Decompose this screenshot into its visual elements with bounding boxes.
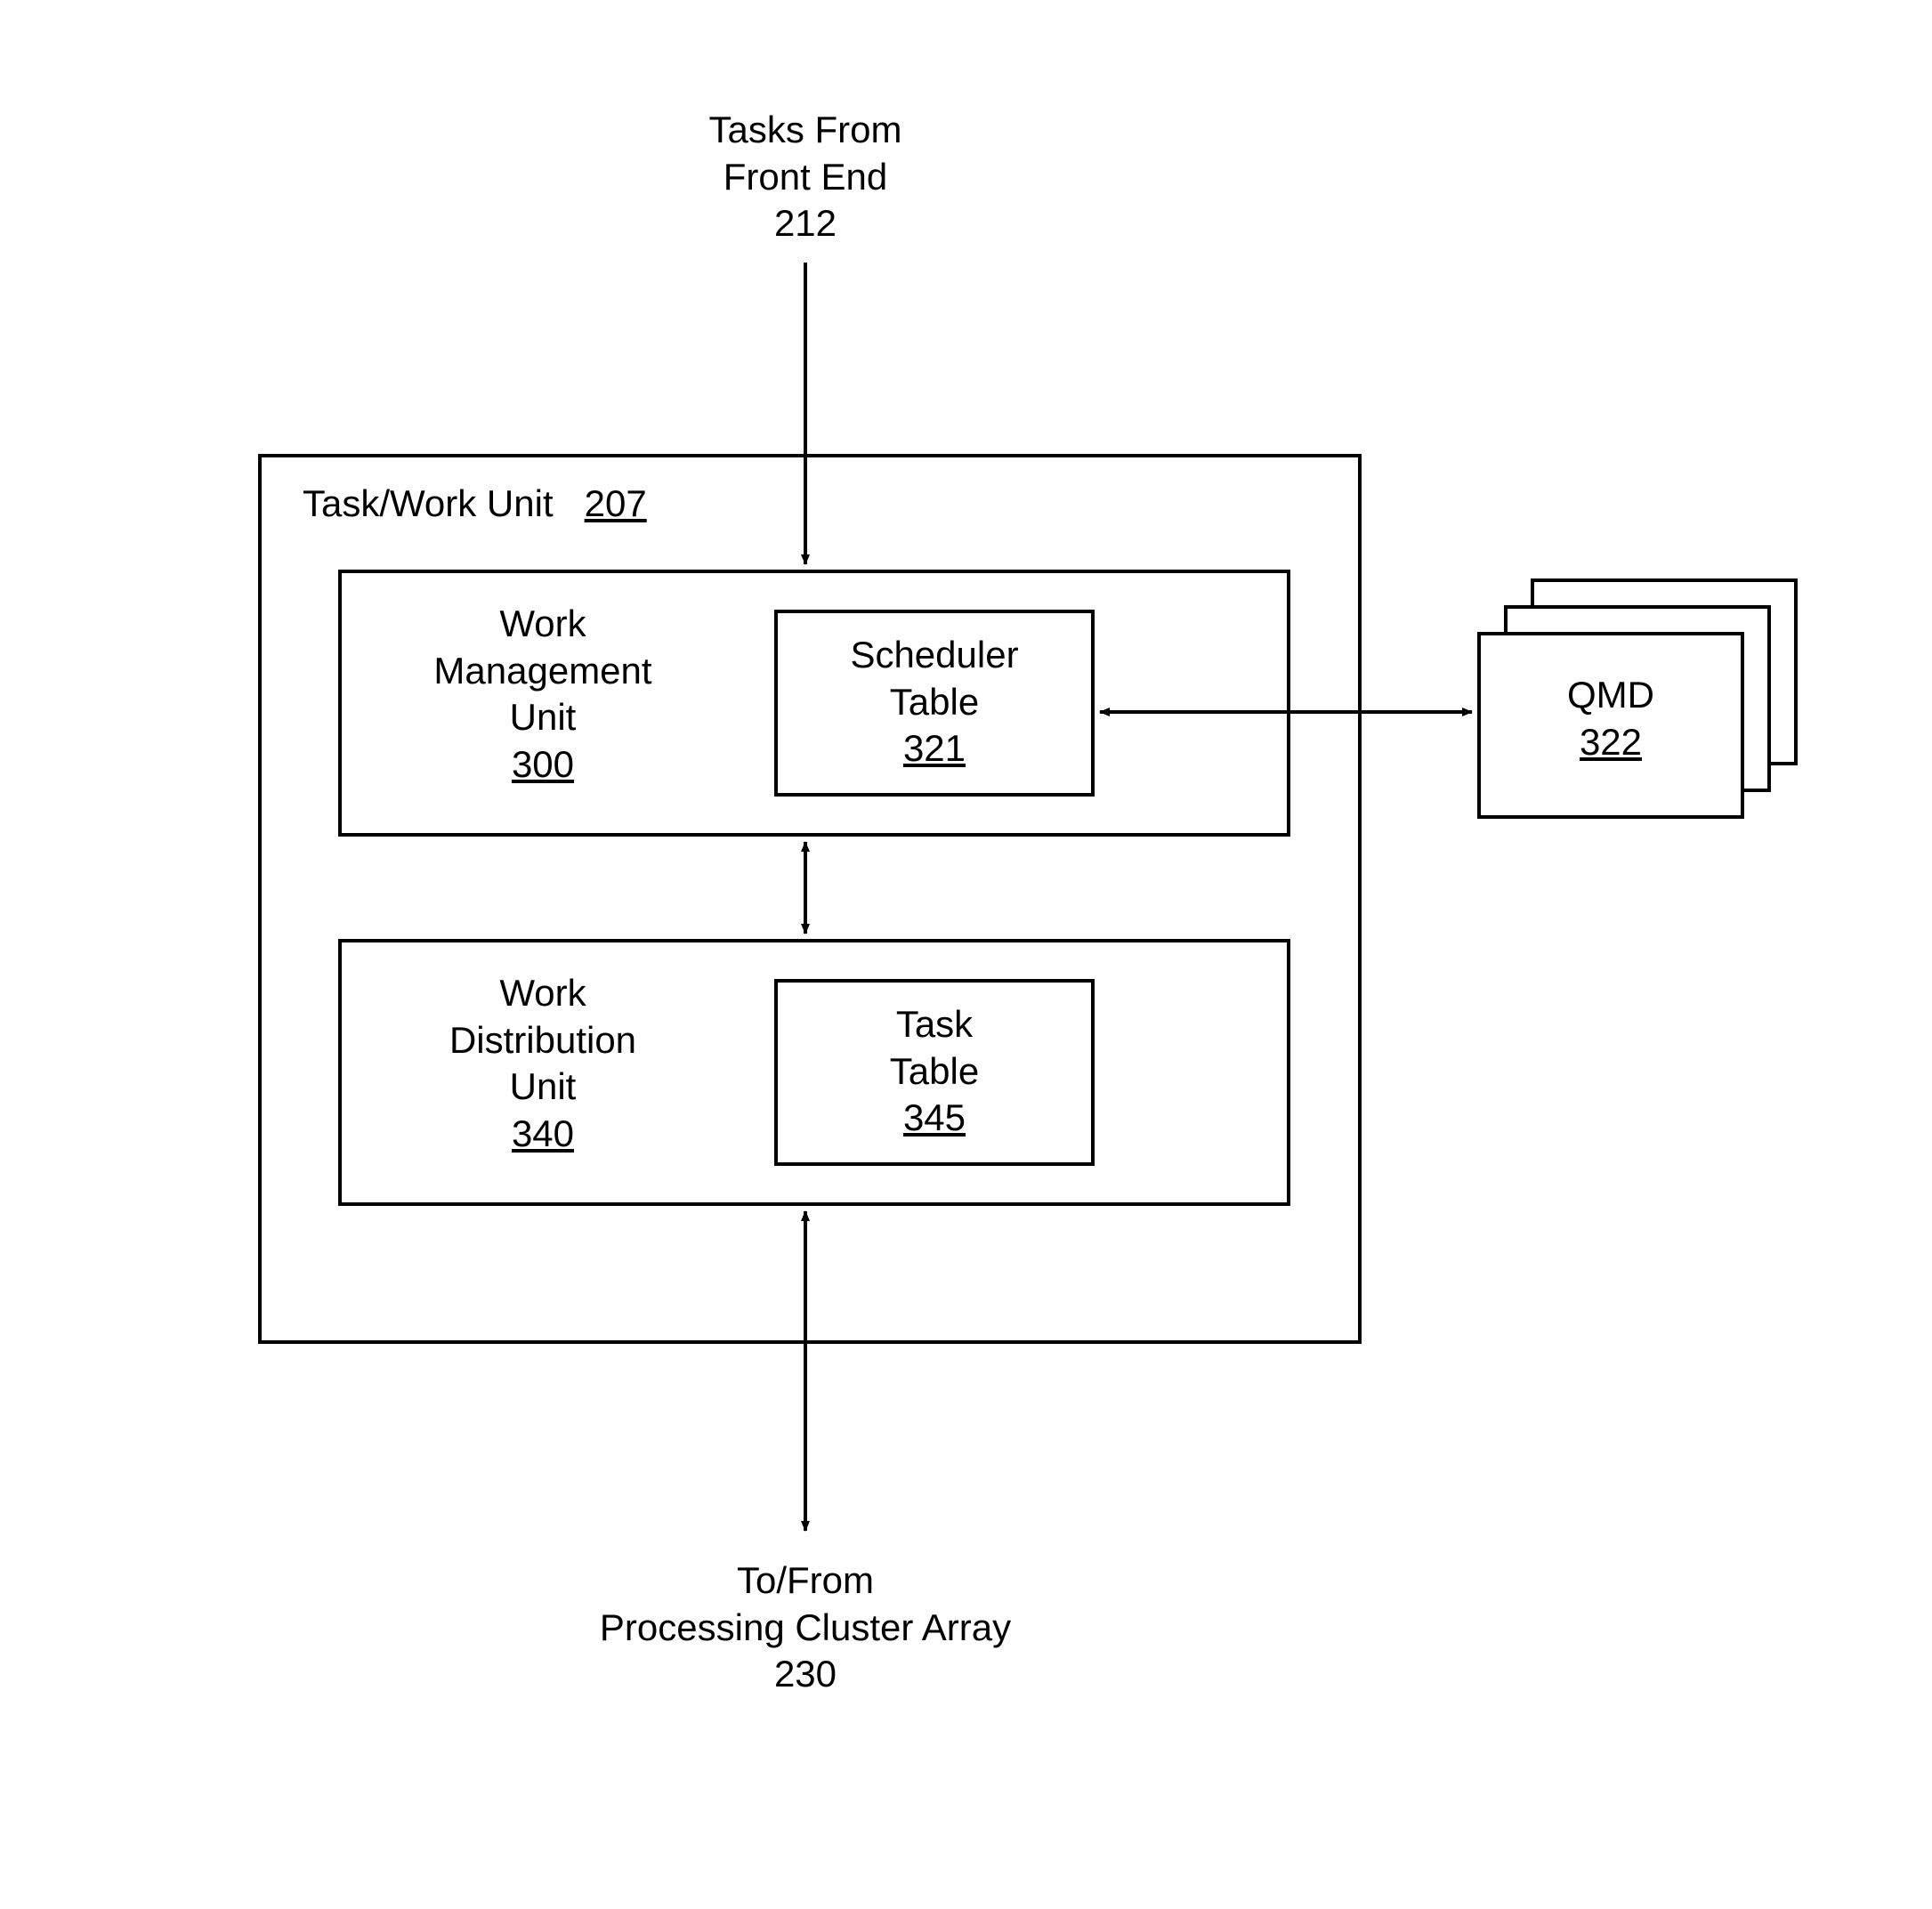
wdu-line2: Distribution [374,1017,712,1064]
bottom-ref: 230 [561,1651,1050,1698]
scheduler-line1: Scheduler [774,632,1095,679]
scheduler-ref: 321 [774,725,1095,772]
wdu-ref: 340 [374,1111,712,1158]
task-table-line1: Task [774,1001,1095,1048]
top-label-ref: 212 [605,200,1006,247]
wdu-line1: Work [374,970,712,1017]
scheduler-label: Scheduler Table 321 [774,632,1095,772]
wmu-line3: Unit [374,694,712,741]
top-label-line2: Front End [605,154,1006,201]
task-table-line2: Table [774,1048,1095,1096]
scheduler-line2: Table [774,679,1095,726]
wmu-label: Work Management Unit 300 [374,601,712,788]
top-label: Tasks From Front End 212 [605,107,1006,247]
container-label-text: Task/Work Unit [303,482,554,524]
bottom-label: To/From Processing Cluster Array 230 [561,1557,1050,1698]
qmd-text: QMD [1477,672,1744,719]
wdu-label: Work Distribution Unit 340 [374,970,712,1157]
container-ref: 207 [585,482,647,524]
wdu-line3: Unit [374,1064,712,1111]
bottom-line2: Processing Cluster Array [561,1605,1050,1652]
top-label-line1: Tasks From [605,107,1006,154]
qmd-ref: 322 [1477,719,1744,766]
task-table-ref: 345 [774,1095,1095,1142]
qmd-label: QMD 322 [1477,672,1744,765]
bottom-line1: To/From [561,1557,1050,1605]
container-label: Task/Work Unit 207 [303,481,647,528]
wmu-line2: Management [374,648,712,695]
task-table-label: Task Table 345 [774,1001,1095,1142]
wmu-ref: 300 [374,741,712,789]
wmu-line1: Work [374,601,712,648]
